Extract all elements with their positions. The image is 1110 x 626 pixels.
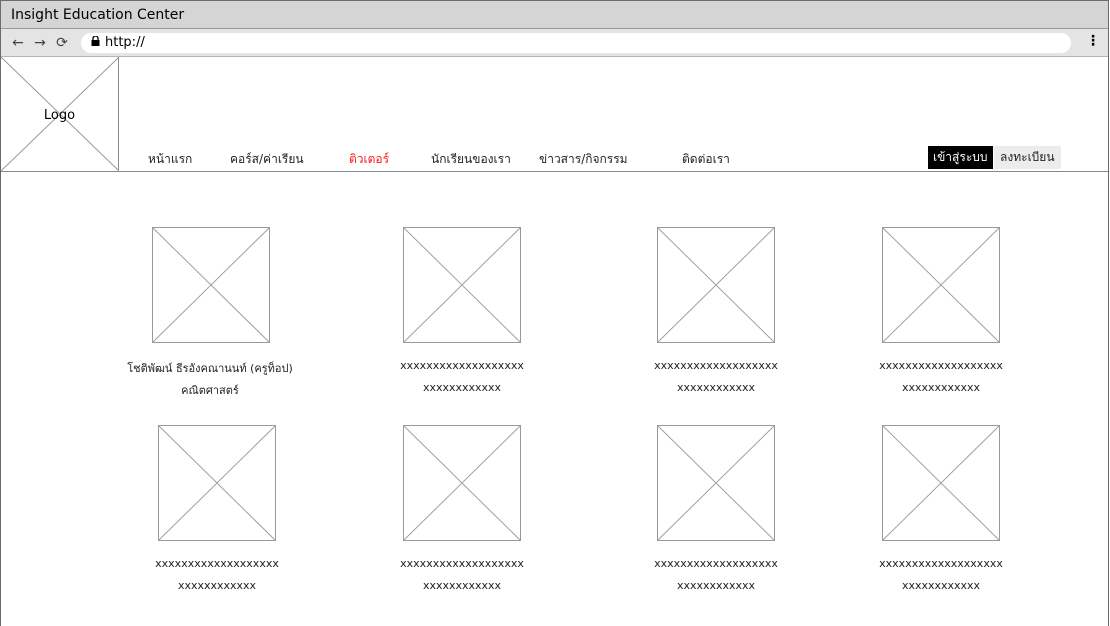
nav-our-students[interactable]: นักเรียนของเรา bbox=[431, 150, 511, 169]
browser-menu-icon[interactable]: ⋮ bbox=[1086, 33, 1100, 49]
image-placeholder-icon bbox=[403, 425, 521, 541]
forward-arrow-icon[interactable]: → bbox=[29, 35, 51, 51]
image-placeholder-icon bbox=[657, 425, 775, 541]
tutor-photo-placeholder bbox=[158, 425, 276, 541]
window-title: Insight Education Center bbox=[11, 6, 185, 23]
tutor-photo-placeholder bbox=[657, 425, 775, 541]
address-bar[interactable]: http:// bbox=[81, 32, 1071, 53]
browser-toolbar: ← → ⟳ http:// ⋮ bbox=[1, 29, 1108, 57]
register-button[interactable]: ลงทะเบียน bbox=[994, 146, 1061, 169]
tutor-subject: xxxxxxxxxxxx bbox=[901, 381, 981, 394]
tutor-photo-placeholder bbox=[403, 425, 521, 541]
reload-icon[interactable]: ⟳ bbox=[51, 35, 73, 51]
nav-news-activities[interactable]: ข่าวสาร/กิจกรรม bbox=[539, 150, 628, 169]
title-bar: Insight Education Center bbox=[1, 1, 1108, 29]
tutor-name: xxxxxxxxxxxxxxxxxxx bbox=[400, 557, 524, 570]
nav-home[interactable]: หน้าแรก bbox=[148, 150, 192, 169]
tutor-subject: xxxxxxxxxxxx bbox=[901, 579, 981, 592]
tutor-photo-placeholder bbox=[152, 227, 270, 343]
image-placeholder-icon bbox=[403, 227, 521, 343]
tutor-subject: xxxxxxxxxxxx bbox=[676, 579, 756, 592]
tutor-subject: xxxxxxxxxxxx bbox=[177, 579, 257, 592]
image-placeholder-icon bbox=[152, 227, 270, 343]
tutor-name: xxxxxxxxxxxxxxxxxxx bbox=[654, 557, 778, 570]
tutor-name: xxxxxxxxxxxxxxxxxxx bbox=[400, 359, 524, 372]
logo-text: Logo bbox=[43, 108, 76, 123]
tutor-photo-placeholder bbox=[882, 227, 1000, 343]
lock-icon bbox=[91, 35, 105, 49]
back-arrow-icon[interactable]: ← bbox=[7, 35, 29, 51]
tutor-photo-placeholder bbox=[403, 227, 521, 343]
tutor-subject: xxxxxxxxxxxx bbox=[422, 381, 502, 394]
nav-courses[interactable]: คอร์ส/ค่าเรียน bbox=[230, 150, 304, 169]
image-placeholder-icon bbox=[882, 425, 1000, 541]
tutor-name: xxxxxxxxxxxxxxxxxxx bbox=[155, 557, 279, 570]
login-button[interactable]: เข้าสู่ระบบ bbox=[928, 146, 993, 169]
image-placeholder-icon bbox=[882, 227, 1000, 343]
tutor-name: xxxxxxxxxxxxxxxxxxx bbox=[654, 359, 778, 372]
image-placeholder-icon bbox=[158, 425, 276, 541]
logo-placeholder[interactable]: Logo bbox=[1, 57, 119, 171]
site-header: Logo หน้าแรก คอร์ส/ค่าเรียน ติวเตอร์ นัก… bbox=[1, 57, 1108, 172]
image-placeholder-icon bbox=[657, 227, 775, 343]
nav-contact[interactable]: ติดต่อเรา bbox=[682, 150, 730, 169]
tutor-name: xxxxxxxxxxxxxxxxxxx bbox=[879, 359, 1003, 372]
tutor-name: xxxxxxxxxxxxxxxxxxx bbox=[879, 557, 1003, 570]
tutor-subject: xxxxxxxxxxxx bbox=[422, 579, 502, 592]
browser-window: Insight Education Center ← → ⟳ http:// ⋮… bbox=[0, 0, 1109, 626]
tutor-subject: xxxxxxxxxxxx bbox=[676, 381, 756, 394]
nav-tutors[interactable]: ติวเตอร์ bbox=[349, 150, 389, 169]
tutor-photo-placeholder bbox=[882, 425, 1000, 541]
tutor-subject: คณิตศาสตร์ bbox=[181, 384, 239, 397]
tutor-photo-placeholder bbox=[657, 227, 775, 343]
url-text: http:// bbox=[105, 35, 145, 50]
tutor-name: โชติพัฒน์ ธีรอังคณานนท์ (ครูท็อป) bbox=[127, 362, 293, 375]
